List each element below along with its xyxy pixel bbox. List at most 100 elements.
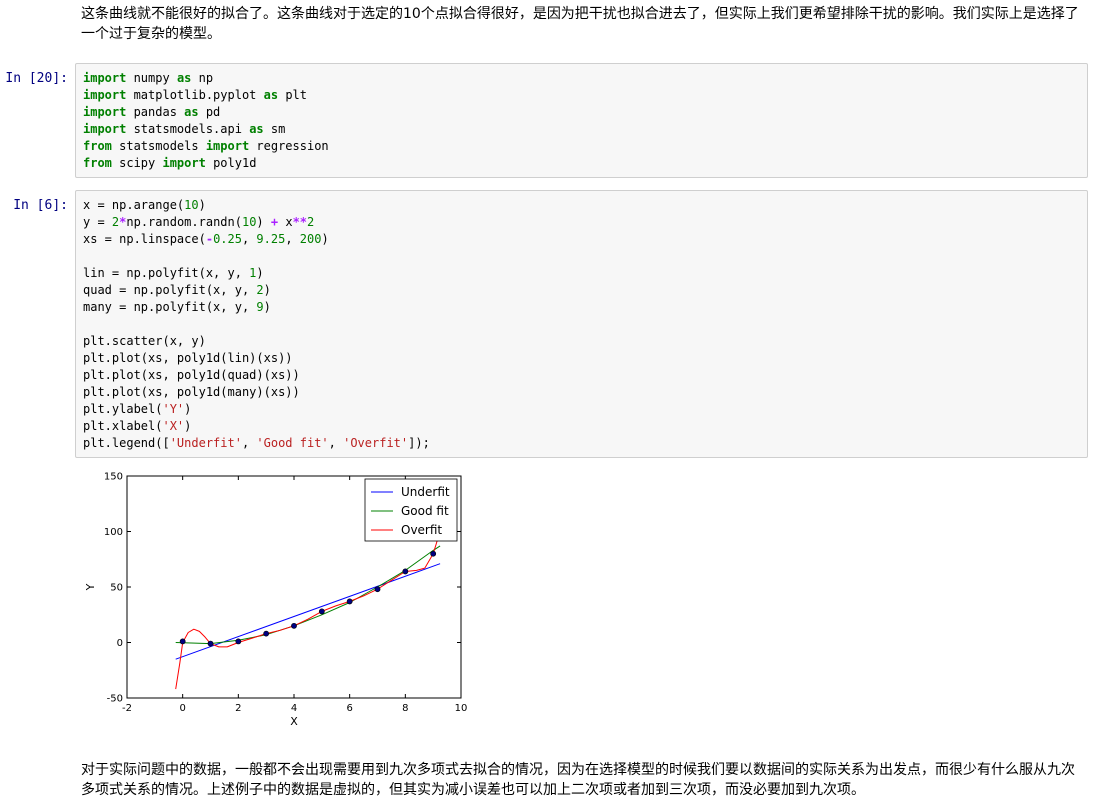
legend-label: Overfit bbox=[401, 523, 442, 537]
scatter-point bbox=[430, 550, 437, 557]
code-cell-imports[interactable]: import numpy as np import matplotlib.pypl… bbox=[75, 63, 1088, 178]
markdown-bottom-line2: 多项式关系的情况。上述例子中的数据是虚拟的，但其实为减小误差也可以加上二次项或者… bbox=[81, 782, 865, 798]
scatter-point bbox=[318, 608, 325, 615]
code-token: 0.25 bbox=[213, 232, 242, 246]
code-token: , bbox=[285, 232, 300, 246]
code-token: 200 bbox=[299, 232, 322, 246]
code-line: y = 2*np.random.randn(10) + x**2 bbox=[83, 214, 1087, 231]
y-tick-label: 150 bbox=[104, 472, 123, 483]
code-token: 2 bbox=[256, 283, 264, 297]
code-token: ) bbox=[184, 402, 192, 416]
code-token: import bbox=[83, 105, 127, 119]
legend: Underfit Good fit Overfit bbox=[364, 478, 458, 542]
code-token: import bbox=[162, 156, 206, 170]
cell2-prompt: In [6]: bbox=[13, 198, 68, 213]
code-token: import bbox=[83, 71, 127, 85]
code-token: ** bbox=[292, 215, 308, 229]
code-line: xs = np.linspace(-0.25, 9.25, 200) bbox=[83, 231, 1087, 248]
code-cell-polyfit[interactable]: x = np.arange(10) y = 2*np.random.randn(1… bbox=[75, 190, 1088, 458]
code-token: ) bbox=[256, 266, 264, 280]
code-line: lin = np.polyfit(x, y, 1) bbox=[83, 265, 1087, 282]
markdown-bottom: 对于实际问题中的数据，一般都不会出现需要用到九次多项式去拟合的情况，因为在选择模… bbox=[81, 760, 1081, 800]
code-token: sm bbox=[263, 122, 286, 136]
code-line: plt.legend(['Underfit', 'Good fit', 'Ove… bbox=[83, 435, 1087, 452]
code-token: plt.plot(xs, poly1d(lin)(xs)) bbox=[83, 351, 293, 365]
code-token: 9 bbox=[256, 300, 264, 314]
code-line: plt.xlabel('X') bbox=[83, 418, 1087, 435]
code-line: import statsmodels.api as sm bbox=[83, 121, 1087, 138]
x-tick-label: 8 bbox=[402, 703, 408, 714]
y-tick-label: 50 bbox=[110, 583, 123, 594]
legend-label: Good fit bbox=[401, 504, 449, 518]
series-line-underfit bbox=[175, 563, 441, 660]
code-line: import matplotlib.pyplot as plt bbox=[83, 87, 1087, 104]
x-tick-label: 2 bbox=[235, 703, 241, 714]
code-token: lin = np.polyfit(x, y, bbox=[83, 266, 250, 280]
code-token: np.random.randn( bbox=[126, 215, 242, 229]
scatter-point bbox=[374, 586, 381, 593]
code-token: statsmodels bbox=[111, 139, 206, 153]
code-token: ) bbox=[263, 300, 271, 314]
y-axis-label: Y bbox=[84, 583, 97, 591]
code-token: 'Good fit' bbox=[256, 436, 329, 450]
code-line: from statsmodels import regression bbox=[83, 138, 1087, 155]
code-token: pandas bbox=[126, 105, 185, 119]
code-token: xs = np.linspace( bbox=[83, 232, 206, 246]
code-token: plt.plot(xs, poly1d(quad)(xs)) bbox=[83, 368, 300, 382]
code-token: ) bbox=[198, 198, 206, 212]
scatter-point bbox=[291, 622, 297, 629]
series-line-good-fit bbox=[175, 545, 441, 645]
scatter-point bbox=[235, 638, 242, 645]
code-token: 'X' bbox=[162, 419, 185, 433]
scatter-point bbox=[207, 640, 214, 647]
code-token: 'Overfit' bbox=[343, 436, 409, 450]
code-token: as bbox=[263, 88, 279, 102]
code-token: statsmodels.api bbox=[126, 122, 250, 136]
x-tick-label: -2 bbox=[122, 703, 132, 714]
scatter-point bbox=[263, 630, 270, 637]
code-line: import numpy as np bbox=[83, 70, 1087, 87]
code-token: ]); bbox=[408, 436, 430, 450]
code-line: plt.plot(xs, poly1d(lin)(xs)) bbox=[83, 350, 1087, 367]
code-line: plt.plot(xs, poly1d(many)(xs)) bbox=[83, 384, 1087, 401]
code-line: plt.plot(xs, poly1d(quad)(xs)) bbox=[83, 367, 1087, 384]
code-line: quad = np.polyfit(x, y, 2) bbox=[83, 282, 1087, 299]
code-token: - bbox=[205, 232, 214, 246]
code-token: many = np.polyfit(x, y, bbox=[83, 300, 257, 314]
code-token: plt.ylabel( bbox=[83, 402, 163, 416]
code-token: ) bbox=[184, 419, 192, 433]
code-token: 10 bbox=[184, 198, 199, 212]
code-token: 9.25 bbox=[256, 232, 286, 246]
x-tick-label: 6 bbox=[346, 703, 352, 714]
x-axis-label: X bbox=[290, 715, 298, 728]
code-token: regression bbox=[249, 139, 329, 153]
code-token: 2 bbox=[307, 215, 315, 229]
code-token: quad = np.polyfit(x, y, bbox=[83, 283, 257, 297]
code-token: as bbox=[184, 105, 199, 119]
code-line: import pandas as pd bbox=[83, 104, 1087, 121]
code-token: 10 bbox=[241, 215, 257, 229]
code-token: from bbox=[83, 156, 112, 170]
code-token: ) bbox=[256, 215, 271, 229]
code-token: ) bbox=[321, 232, 329, 246]
code-token: poly1d bbox=[205, 156, 257, 170]
code-token: numpy bbox=[126, 71, 177, 85]
code-token: plt.plot(xs, poly1d(many)(xs)) bbox=[83, 385, 300, 399]
x-tick-label: 4 bbox=[291, 703, 297, 714]
code-token: np bbox=[191, 71, 214, 85]
code-token: x bbox=[278, 215, 293, 229]
scatter-point bbox=[346, 598, 353, 605]
markdown-bottom-line1: 对于实际问题中的数据，一般都不会出现需要用到九次多项式去拟合的情况，因为在选择模… bbox=[81, 762, 1075, 778]
code-token: 'Y' bbox=[162, 402, 185, 416]
code-token: import bbox=[83, 122, 127, 136]
code-token: x = np.arange( bbox=[83, 198, 185, 212]
code-token: import bbox=[83, 88, 127, 102]
code-line: plt.ylabel('Y') bbox=[83, 401, 1087, 418]
cell1-prompt: In [20]: bbox=[5, 71, 68, 86]
y-tick-label: -50 bbox=[107, 694, 123, 705]
code-token: pd bbox=[198, 105, 221, 119]
code-token: , bbox=[241, 232, 257, 246]
code-token: matplotlib.pyplot bbox=[126, 88, 264, 102]
x-tick-label: 0 bbox=[179, 703, 185, 714]
